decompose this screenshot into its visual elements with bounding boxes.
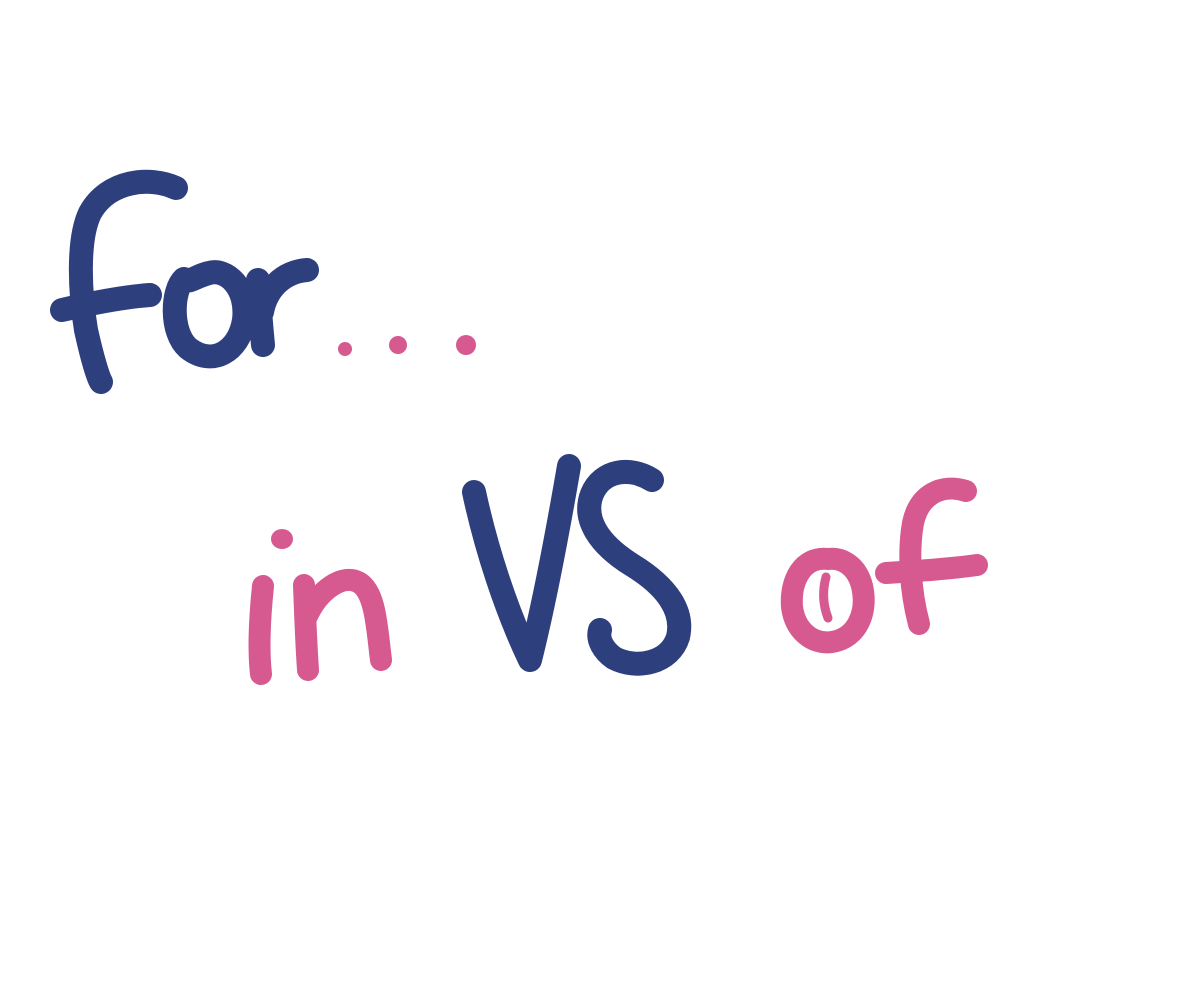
letter-s	[577, 460, 692, 676]
handwriting-svg	[50, 169, 988, 685]
letter-v	[462, 454, 581, 672]
handwritten-canvas: for ... in VS of	[0, 0, 1195, 1000]
word-of	[780, 477, 988, 654]
word-vs	[462, 454, 692, 676]
letter-o	[162, 260, 257, 369]
ellipsis-dot-1	[338, 342, 352, 356]
letter-f-stem-right	[899, 477, 977, 635]
letter-f-crossbar	[50, 283, 162, 322]
letter-o-inner-stroke	[819, 572, 833, 623]
letter-r	[246, 258, 319, 357]
letter-n	[293, 569, 392, 681]
letter-f-stem	[68, 169, 188, 394]
letter-i-dot	[271, 529, 293, 549]
word-in	[248, 569, 392, 685]
ellipsis-dot-3	[456, 335, 476, 355]
letter-f-crossbar-right	[875, 554, 988, 584]
word-for	[50, 169, 319, 394]
ellipsis-dot-2	[389, 336, 407, 354]
ellipsis-dots	[338, 335, 476, 356]
letter-i-stem	[248, 575, 274, 685]
